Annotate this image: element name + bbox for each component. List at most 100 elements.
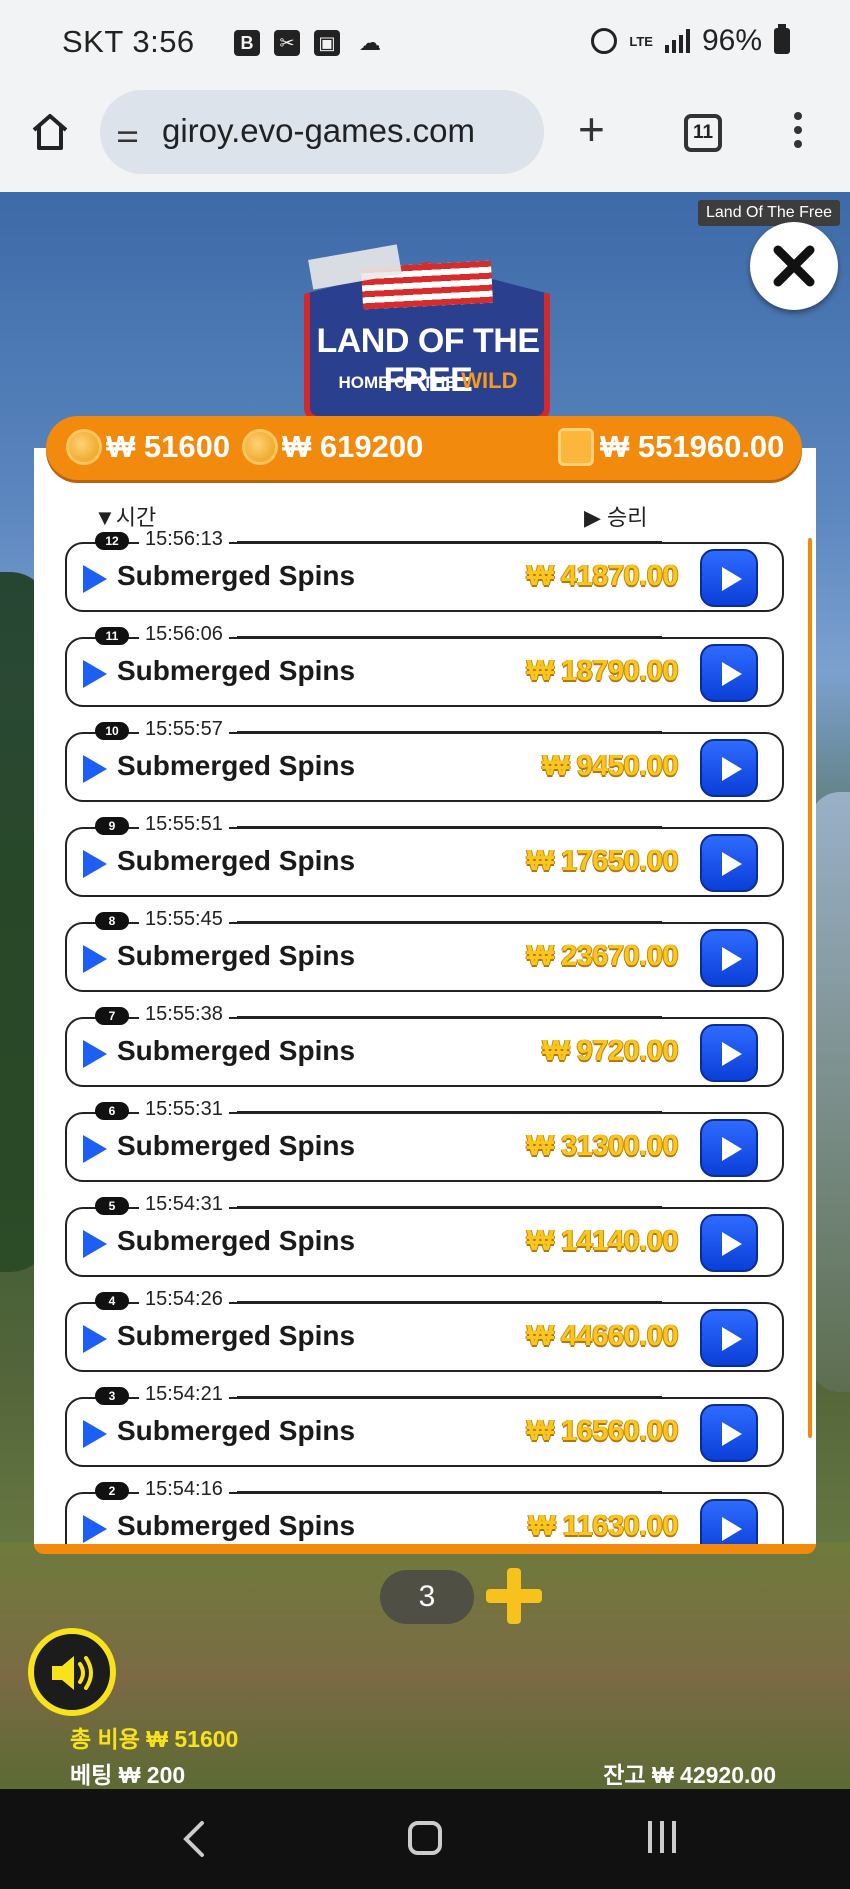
back-icon[interactable] (176, 1819, 216, 1859)
history-row[interactable]: 3 15:54:21 Submerged Spins ₩ 16560.00 (65, 1383, 784, 1467)
home-icon[interactable] (28, 110, 72, 154)
play-icon (722, 852, 742, 876)
image-icon: ▣ (314, 30, 340, 56)
replay-button[interactable] (700, 1024, 758, 1082)
replay-button[interactable] (700, 1404, 758, 1462)
replay-button[interactable] (700, 1119, 758, 1177)
replay-button[interactable] (700, 549, 758, 607)
expand-arrow-icon[interactable] (83, 755, 107, 783)
round-title: Submerged Spins (117, 1510, 356, 1541)
replay-button[interactable] (700, 1309, 758, 1367)
round-title: Submerged Spins (117, 655, 356, 686)
col-time-label: 시간 (115, 505, 157, 530)
round-win-amount: ₩ 23670.00 (526, 940, 679, 972)
round-title: Submerged Spins (117, 560, 356, 591)
round-win-amount: ₩ 41870.00 (526, 560, 679, 592)
history-row[interactable]: 2 15:54:16 Submerged Spins ₩ 11630.00 (65, 1478, 784, 1544)
game-title-badge: Land Of The Free (698, 200, 840, 226)
history-row[interactable]: 9 15:55:51 Submerged Spins ₩ 17650.00 (65, 813, 784, 897)
replay-button[interactable] (700, 1499, 758, 1544)
expand-arrow-icon[interactable] (83, 565, 107, 593)
round-number-badge: 9 (95, 817, 129, 835)
round-time: 15:54:31 (139, 1193, 229, 1216)
expand-arrow-icon[interactable] (83, 1040, 107, 1068)
url-text[interactable]: giroy.evo-games.com (162, 112, 532, 150)
replay-button[interactable] (700, 739, 758, 797)
round-number-badge: 6 (95, 1102, 129, 1120)
close-button[interactable] (750, 222, 838, 310)
play-icon (722, 1327, 742, 1351)
round-number-badge: 5 (95, 1197, 129, 1215)
round-title: Submerged Spins (117, 1415, 356, 1446)
sort-win-header[interactable]: ▶ 승리 (584, 500, 648, 532)
scissors-icon: ✂ (274, 30, 300, 56)
play-icon (722, 757, 742, 781)
soundcloud-icon: ☁ (359, 30, 381, 55)
play-icon (722, 662, 742, 686)
round-win-amount: ₩ 14140.00 (526, 1225, 679, 1257)
round-win-amount: ₩ 11630.00 (528, 1510, 678, 1542)
expand-arrow-icon[interactable] (83, 1515, 107, 1543)
recent-apps-icon[interactable] (648, 1821, 676, 1853)
history-row[interactable]: 6 15:55:31 Submerged Spins ₩ 31300.00 (65, 1098, 784, 1182)
play-icon (722, 1042, 742, 1066)
replay-button[interactable] (700, 644, 758, 702)
history-row[interactable]: 7 15:55:38 Submerged Spins ₩ 9720.00 (65, 1003, 784, 1087)
alarm-icon (591, 28, 618, 54)
round-win-amount: ₩ 9450.00 (542, 750, 678, 782)
history-row[interactable]: 5 15:54:31 Submerged Spins ₩ 14140.00 (65, 1193, 784, 1277)
round-title: Submerged Spins (117, 940, 356, 971)
replay-button[interactable] (700, 929, 758, 987)
round-number-badge: 12 (95, 532, 129, 550)
divider (237, 731, 662, 732)
expand-arrow-icon[interactable] (83, 660, 107, 688)
add-button[interactable] (486, 1568, 542, 1624)
expand-arrow-icon[interactable] (83, 1325, 107, 1353)
play-icon (722, 567, 742, 591)
divider (237, 636, 662, 637)
scrollbar[interactable] (808, 538, 812, 1438)
more-vert-icon[interactable] (794, 112, 802, 154)
carrier-time: SKT 3:56 (62, 24, 195, 59)
sound-button[interactable] (28, 1628, 116, 1716)
round-title: Submerged Spins (117, 1035, 356, 1066)
round-number-badge: 4 (95, 1292, 129, 1310)
history-row[interactable]: 12 15:56:13 Submerged Spins ₩ 41870.00 (65, 528, 784, 612)
speaker-icon[interactable] (48, 1650, 98, 1696)
tune-icon[interactable]: ⚌ (116, 118, 139, 149)
round-time: 15:55:51 (139, 813, 229, 836)
expand-arrow-icon[interactable] (83, 850, 107, 878)
replay-button[interactable] (700, 834, 758, 892)
balance-label: 잔고 ₩ 42920.00 (603, 1762, 776, 1788)
round-number-badge: 2 (95, 1482, 129, 1500)
history-row[interactable]: 11 15:56:06 Submerged Spins ₩ 18790.00 (65, 623, 784, 707)
history-row[interactable]: 10 15:55:57 Submerged Spins ₩ 9450.00 (65, 718, 784, 802)
history-panel: ▼시간 ▶ 승리 12 15:56:13 Submerged Spins ₩ 4187… (34, 448, 816, 1554)
round-time: 15:54:26 (139, 1288, 229, 1311)
android-nav-bar (0, 1789, 850, 1889)
history-row[interactable]: 4 15:54:26 Submerged Spins ₩ 44660.00 (65, 1288, 784, 1372)
expand-arrow-icon[interactable] (83, 1135, 107, 1163)
history-row[interactable]: 8 15:55:45 Submerged Spins ₩ 23670.00 (65, 908, 784, 992)
background-mountain (810, 792, 850, 1392)
divider (237, 826, 662, 827)
expand-arrow-icon[interactable] (83, 1420, 107, 1448)
round-win-amount: ₩ 44660.00 (526, 1320, 679, 1352)
lte-icon: LTE (629, 33, 653, 49)
expand-arrow-icon[interactable] (83, 1230, 107, 1258)
plus-icon[interactable]: + (578, 106, 605, 152)
game-logo: LAND OF THE FREE HOME OF THE WILD (300, 222, 556, 432)
notification-icons: B ✂ ▣ ☁ (234, 30, 386, 56)
address-bar[interactable]: ⚌ giroy.evo-games.com (100, 90, 544, 174)
wallet-icon (558, 428, 594, 466)
stat-total-cost: ₩ 51600 (106, 429, 231, 464)
expand-arrow-icon[interactable] (83, 945, 107, 973)
replay-button[interactable] (700, 1214, 758, 1272)
close-icon[interactable] (772, 244, 816, 288)
tab-switcher-button[interactable]: 11 (684, 114, 722, 152)
stat-net: ₩ 551960.00 (600, 429, 785, 464)
coin-icon (242, 429, 278, 465)
round-win-amount: ₩ 18790.00 (526, 655, 679, 687)
home-nav-icon[interactable] (408, 1821, 442, 1855)
divider (237, 1396, 662, 1397)
